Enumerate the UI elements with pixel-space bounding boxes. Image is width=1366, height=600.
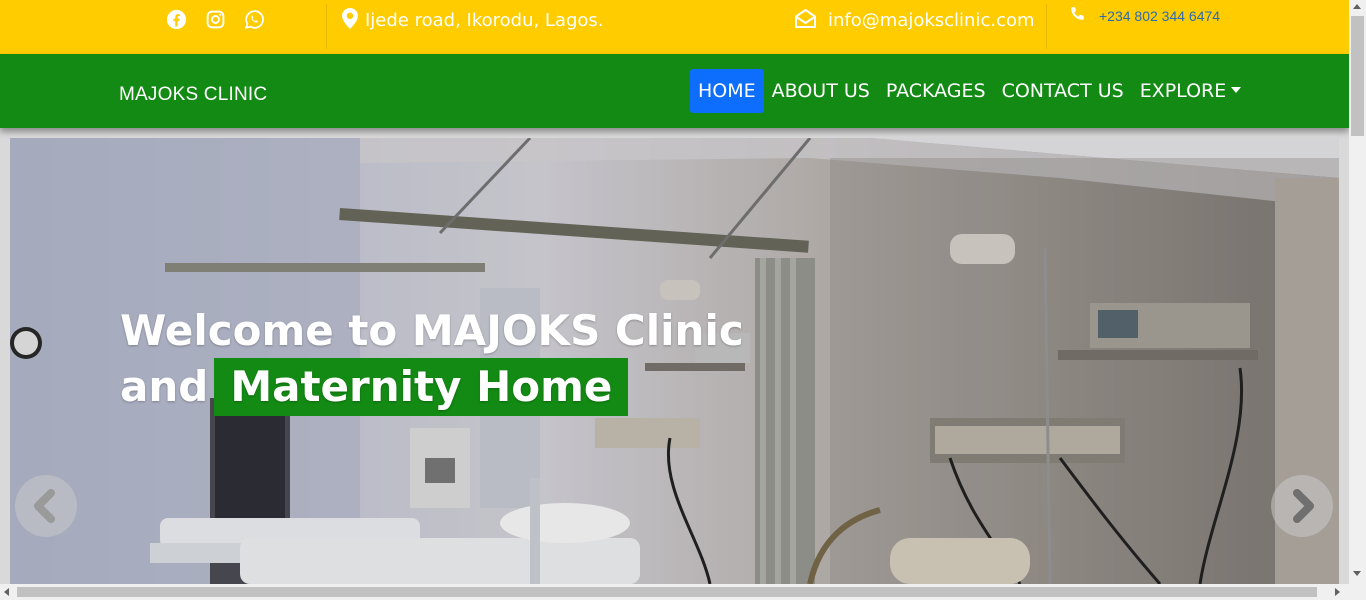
phone-info: +234 802 344 6474 [1070,6,1220,25]
nav-explore-label: EXPLORE [1139,80,1227,102]
topbar-divider [1046,4,1047,49]
nav-about-us[interactable]: ABOUT US [764,69,878,113]
phone-number[interactable]: +234 802 344 6474 [1099,8,1220,24]
nav-explore-dropdown[interactable]: EXPLORE [1132,69,1250,113]
hero-heading-prefix: and [120,362,209,411]
instagram-icon[interactable] [205,9,226,30]
vertical-scroll-thumb[interactable] [1351,16,1364,136]
chevron-left-icon [34,489,55,523]
address-info: Ijede road, Ikorodu, Lagos. [342,8,604,33]
email-link[interactable]: info@majoksclinic.com [828,10,1035,31]
phone-icon [1070,6,1085,25]
scroll-right-arrow-icon[interactable] [1335,588,1340,596]
nav-packages[interactable]: PACKAGES [878,69,994,113]
whatsapp-icon[interactable] [244,9,265,30]
facebook-icon[interactable] [166,9,187,30]
carousel-next-button[interactable] [1271,475,1333,537]
caret-down-icon [1231,86,1242,93]
topbar-divider [326,4,327,49]
horizontal-scroll-thumb[interactable] [17,587,1317,597]
scroll-up-arrow-icon[interactable] [1353,4,1361,9]
hero-heading-line1: Welcome to MAJOKS Clinic [120,306,744,355]
hero-carousel: Welcome to MAJOKS Clinic and Maternity Ho… [10,138,1339,584]
hero-heading-highlight: Maternity Home [214,358,629,416]
main-navbar: MAJOKS CLINIC HOME ABOUT US PACKAGES CON… [0,54,1349,128]
address-text: Ijede road, Ikorodu, Lagos. [365,10,604,31]
email-info: info@majoksclinic.com [794,8,1035,33]
hero-heading: Welcome to MAJOKS Clinic and Maternity Ho… [120,304,744,416]
nav-home[interactable]: HOME [690,69,764,113]
social-links [166,9,265,30]
vertical-scrollbar[interactable] [1349,0,1366,600]
brand-logo[interactable]: MAJOKS CLINIC [119,84,267,106]
scroll-left-arrow-icon[interactable] [4,588,9,596]
scroll-down-arrow-icon[interactable] [1353,571,1361,576]
horizontal-scrollbar[interactable] [0,584,1349,600]
carousel-prev-button[interactable] [15,475,77,537]
hero-heading-line2: and Maternity Home [120,358,744,416]
nav-menu: HOME ABOUT US PACKAGES CONTACT US EXPLOR… [690,69,1249,113]
nav-contact-us[interactable]: CONTACT US [994,69,1132,113]
map-marker-icon [342,8,358,33]
envelope-open-icon [794,8,817,33]
chevron-right-icon [1293,489,1314,523]
top-info-bar: Ijede road, Ikorodu, Lagos. info@majoksc… [0,0,1349,54]
